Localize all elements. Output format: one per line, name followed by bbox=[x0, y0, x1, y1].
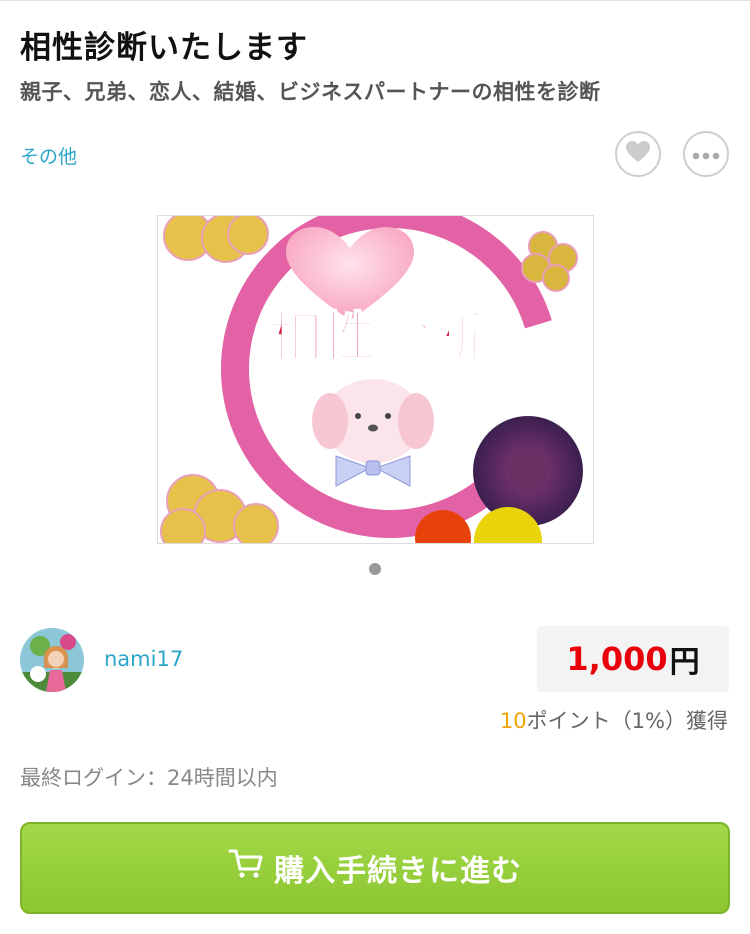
points-info: 10ポイント（1%）獲得 bbox=[500, 705, 728, 735]
heart-icon bbox=[625, 140, 651, 168]
page-subtitle: 親子、兄弟、恋人、結婚、ビジネスパートナーの相性を診断 bbox=[20, 80, 601, 104]
more-options-button[interactable] bbox=[683, 131, 729, 177]
carousel-indicator-dot[interactable] bbox=[369, 563, 381, 575]
buy-button-label: 購入手続きに進む bbox=[274, 854, 522, 889]
avatar[interactable] bbox=[20, 628, 84, 692]
points-text: ポイント（1%）獲得 bbox=[526, 709, 728, 733]
more-dots-icon bbox=[692, 145, 720, 164]
price-box: 1,000 円 bbox=[537, 626, 729, 692]
favorite-button[interactable] bbox=[615, 131, 661, 177]
page-title: 相性診断いたします bbox=[20, 30, 308, 66]
price-amount: 1,000 bbox=[566, 640, 668, 678]
buy-button[interactable]: 購入手続きに進む bbox=[20, 822, 730, 914]
category-link[interactable]: その他 bbox=[20, 142, 77, 169]
seller-name[interactable]: nami17 bbox=[104, 647, 183, 671]
product-image[interactable]: 相性診断 bbox=[157, 215, 594, 544]
product-image-text: 相性診断 bbox=[268, 306, 484, 369]
points-amount: 10 bbox=[499, 709, 527, 733]
cart-icon bbox=[228, 848, 264, 888]
price-unit: 円 bbox=[669, 645, 700, 680]
last-login: 最終ログイン：24時間以内 bbox=[20, 766, 278, 790]
top-divider bbox=[0, 0, 750, 1]
